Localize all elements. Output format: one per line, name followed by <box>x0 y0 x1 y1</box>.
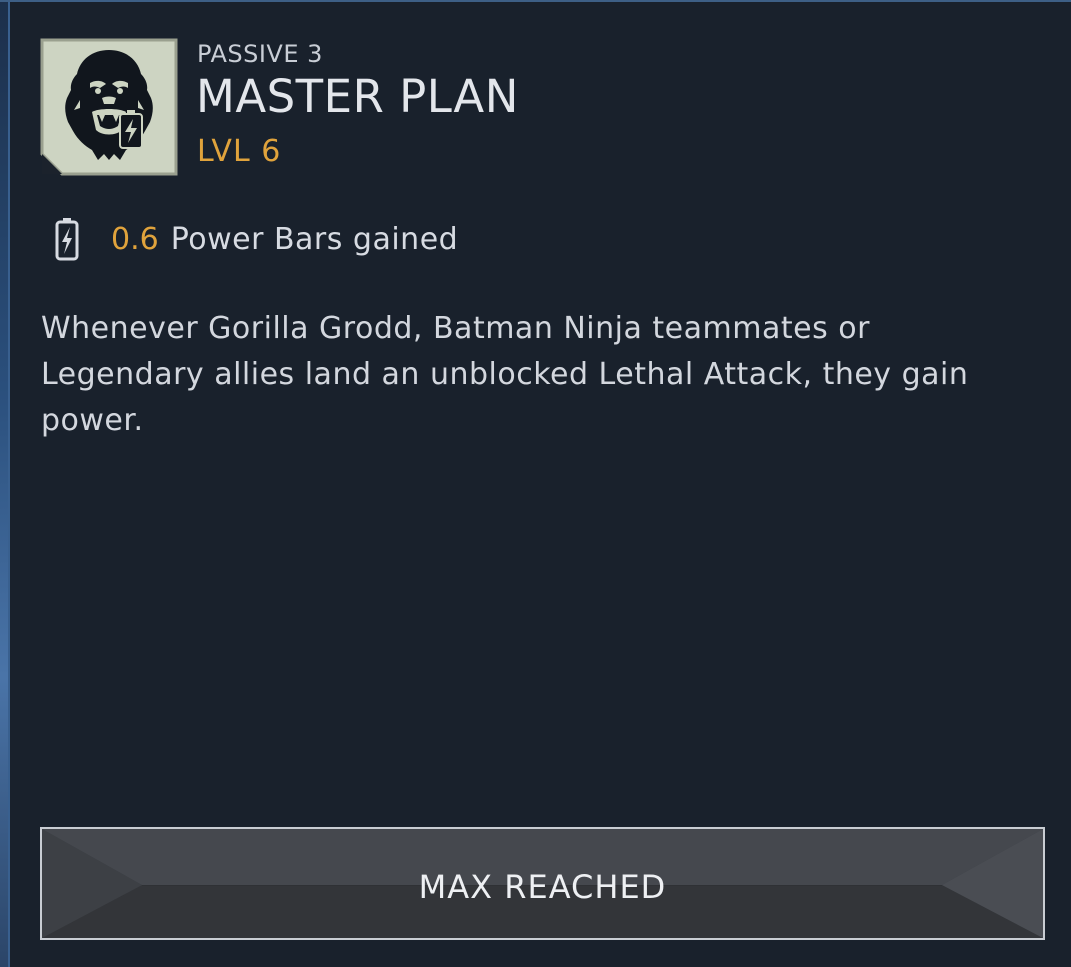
power-battery-icon <box>55 218 79 261</box>
ability-title: MASTER PLAN <box>196 70 519 123</box>
stat-row: 0.6 Power Bars gained <box>55 216 458 262</box>
ability-detail-window: PASSIVE 3 MASTER PLAN LVL 6 0.6 Power Ba… <box>0 0 1071 967</box>
stat-value: 0.6 <box>111 221 159 257</box>
max-reached-button[interactable]: MAX REACHED <box>40 827 1045 940</box>
ability-description: Whenever Gorilla Grodd, Batman Ninja tea… <box>41 311 969 438</box>
ability-portrait <box>40 38 178 176</box>
gorilla-grodd-icon <box>40 38 178 176</box>
stat-label: Power Bars gained <box>170 221 459 257</box>
max-reached-label: MAX REACHED <box>418 867 667 906</box>
ability-level: LVL 6 <box>197 134 282 169</box>
ability-slot-label: PASSIVE 3 <box>197 40 323 68</box>
